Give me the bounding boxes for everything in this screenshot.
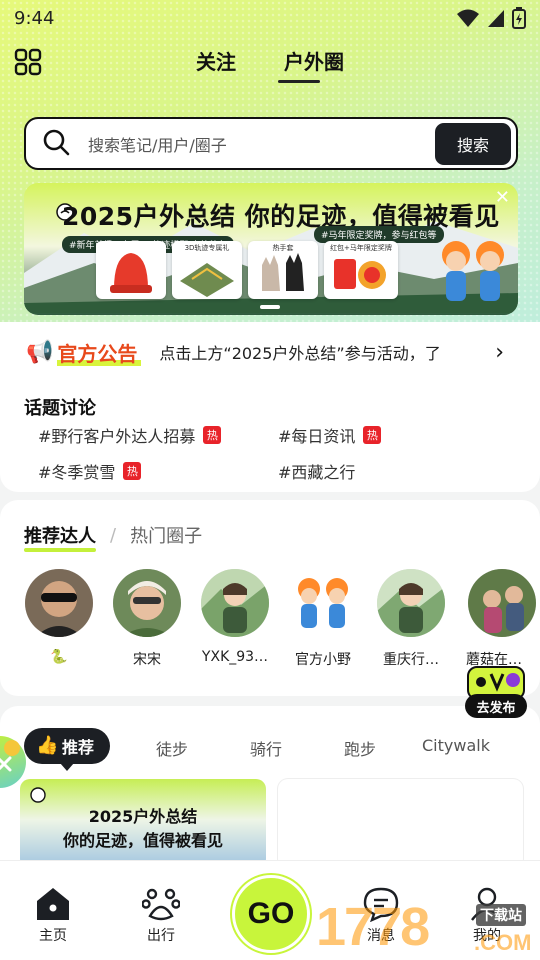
tab-cycling[interactable]: 骑行 — [250, 736, 282, 760]
signal-icon — [488, 10, 504, 27]
wifi-icon — [457, 9, 479, 27]
card-subtitle: 你的足迹，值得被看见 — [62, 831, 223, 850]
nav-home[interactable]: 主页 — [18, 885, 88, 945]
post-fab-button[interactable]: 去发布 — [465, 664, 527, 720]
go-button[interactable]: GO — [232, 875, 310, 953]
status-time: 9:44 — [14, 7, 55, 29]
nav-travel[interactable]: 出行 — [126, 885, 196, 945]
watermark-label: 下载站 — [476, 904, 526, 926]
search-button[interactable]: 搜索 — [435, 123, 511, 165]
message-icon — [346, 885, 416, 923]
topic-item[interactable]: #冬季赏雪 热 — [38, 459, 142, 483]
tab-citywalk[interactable]: Citywalk — [422, 736, 490, 755]
person-card[interactable]: 宋宋 — [112, 569, 182, 669]
tab-outdoor-circle[interactable]: 户外圈 — [284, 46, 344, 75]
hot-badge: 热 — [203, 426, 222, 444]
avatar — [468, 569, 536, 637]
banner-tile-hat — [96, 241, 166, 299]
search-bar[interactable]: 搜索笔记/用户/圈子 搜索 — [24, 117, 518, 170]
card-title: 2025户外总结 — [88, 807, 198, 826]
person-card[interactable]: 官方小野 — [288, 569, 358, 669]
feed-card[interactable] — [278, 779, 523, 869]
side-float-button[interactable] — [0, 736, 26, 788]
tab-following[interactable]: 关注 — [196, 46, 236, 75]
banner-tile-3d-model: 3D轨迹专属礼 — [172, 241, 242, 299]
promo-banner[interactable]: 2025户外总结 你的足迹，值得被看见 ✕ #新年首播：专属3D轨迹模型·户外装… — [24, 183, 518, 315]
chevron-right-icon[interactable]: › — [495, 340, 504, 365]
top-bar: 关注 户外圈 — [0, 40, 540, 84]
thumbs-up-icon: 👍 — [36, 735, 59, 756]
search-icon — [42, 128, 82, 160]
topic-label: #冬季赏雪 — [38, 463, 116, 482]
banner-tile-red-envelope: 红包+马年限定奖牌 — [324, 241, 398, 299]
tab-separator: / — [110, 524, 117, 546]
post-button-label: 去发布 — [465, 694, 527, 718]
hot-badge: 热 — [363, 426, 382, 444]
tab-recommended-experts[interactable]: 推荐达人 — [24, 522, 96, 552]
nav-home-label: 主页 — [39, 928, 67, 944]
avatar — [201, 569, 269, 637]
topic-item[interactable]: #野行客户外达人招募 热 — [38, 423, 222, 447]
notice-label: 官方公告 — [57, 338, 142, 367]
tab-popular-circles[interactable]: 热门圈子 — [130, 522, 202, 548]
person-card[interactable]: 重庆行… — [376, 569, 446, 669]
avatar — [289, 569, 357, 637]
megaphone-icon: 📢 — [26, 339, 54, 365]
avatar — [25, 569, 93, 637]
official-notice[interactable]: 📢 官方公告 点击上方“2025户外总结”参与活动，了 › — [26, 335, 506, 369]
search-input[interactable]: 搜索笔记/用户/圈子 — [88, 132, 227, 156]
mascot-illustration — [442, 241, 504, 301]
active-tab-indicator — [278, 80, 320, 83]
person-card[interactable]: 🐍 — [24, 569, 94, 665]
status-bar: 9:44 — [0, 0, 540, 36]
close-icon[interactable]: ✕ — [495, 187, 510, 208]
topic-label: #野行客户外达人招募 — [38, 427, 196, 446]
feed-card[interactable]: 2025户外总结 你的足迹，值得被看见 — [20, 779, 266, 869]
person-name: 🐍 — [50, 649, 68, 665]
person-name: 官方小野 — [295, 652, 351, 668]
tab-hiking[interactable]: 徒步 — [156, 736, 188, 760]
notice-text: 点击上方“2025户外总结”参与活动，了 — [159, 344, 441, 363]
tab-recommend-label: 推荐 — [61, 738, 94, 757]
nav-messages-label: 消息 — [367, 928, 395, 944]
avatar — [377, 569, 445, 637]
topic-label: #每日资讯 — [278, 427, 356, 446]
nav-travel-label: 出行 — [147, 928, 175, 944]
watermark-domain: .COM — [474, 930, 532, 955]
feed-tabs: 👍 推荐 — [24, 727, 110, 771]
person-card[interactable]: YXK_93… — [200, 569, 270, 665]
avatar — [113, 569, 181, 637]
battery-icon — [512, 7, 526, 29]
home-icon — [18, 885, 88, 923]
banner-page-indicator — [260, 305, 280, 309]
topics-title: 话题讨论 — [24, 398, 96, 419]
topic-item[interactable]: #西藏之行 — [278, 459, 355, 483]
nav-messages[interactable]: 消息 — [346, 885, 416, 945]
topic-label: #西藏之行 — [278, 463, 356, 482]
tab-running[interactable]: 跑步 — [344, 736, 376, 760]
hot-badge: 热 — [123, 462, 142, 480]
paw-icon — [126, 885, 196, 923]
tab-recommend[interactable]: 👍 推荐 — [24, 728, 110, 771]
person-name: 宋宋 — [133, 652, 161, 668]
banner-tile-gloves: 热手套 — [248, 241, 318, 299]
logo-icon — [30, 787, 46, 803]
bottom-navigation: 主页 出行 GO 消息 我的 — [0, 860, 540, 960]
topic-item[interactable]: #每日资讯 热 — [278, 423, 382, 447]
person-card[interactable]: 蘑菇在… — [464, 569, 540, 669]
person-name: YXK_93… — [201, 649, 269, 665]
person-name: 重庆行… — [383, 652, 439, 668]
